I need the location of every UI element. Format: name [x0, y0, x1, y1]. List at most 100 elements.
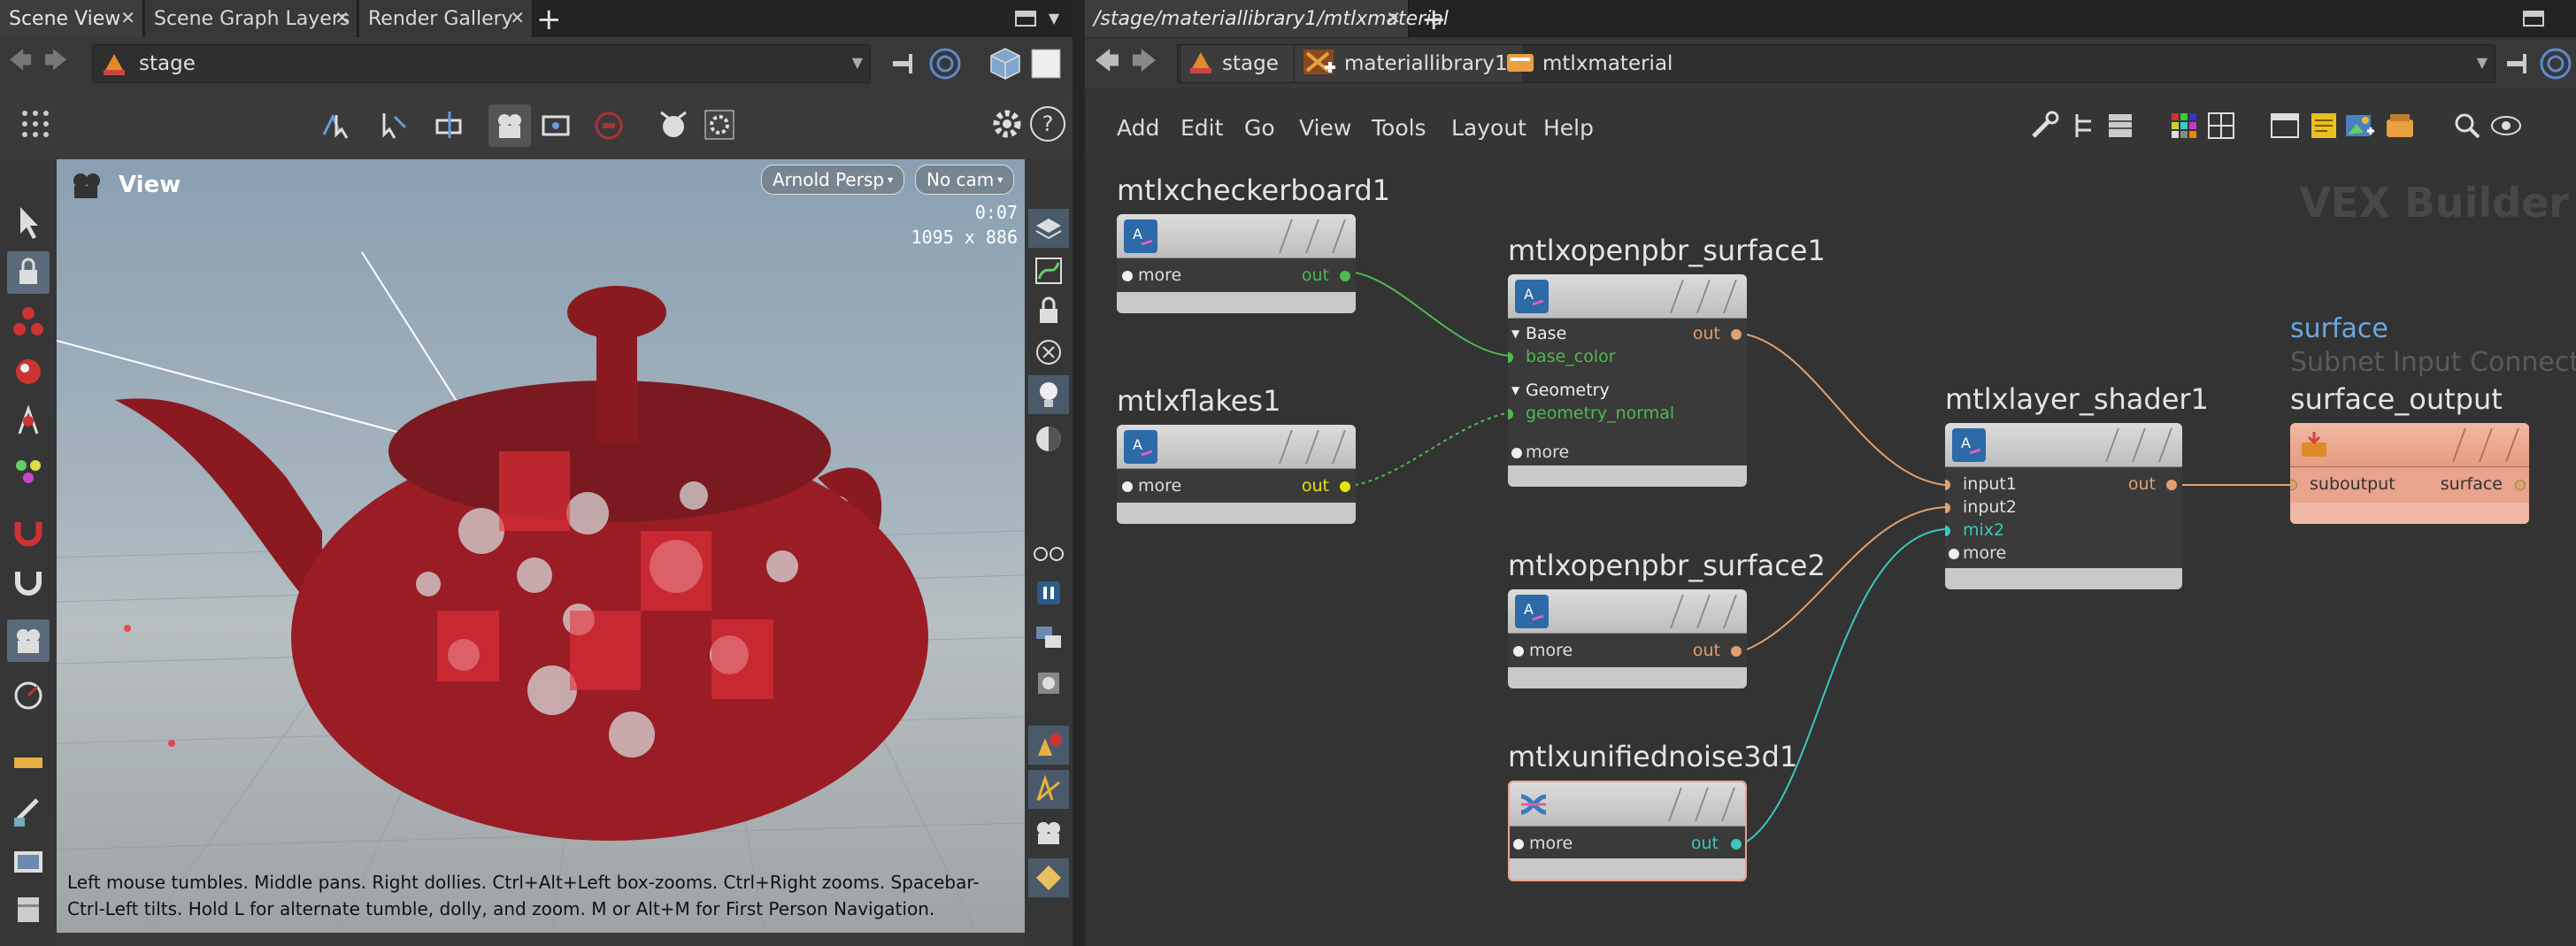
tree-icon[interactable] [2067, 108, 2103, 143]
node-title-pbr1[interactable]: mtlxopenpbr_surface1 [1508, 234, 1826, 267]
tab-scene-graph-layers[interactable]: Scene Graph Layers ✕ [145, 0, 358, 37]
chevron-down-icon[interactable]: ▼ [852, 54, 863, 71]
stop-icon[interactable] [591, 108, 627, 143]
input-port[interactable] [1513, 646, 1524, 657]
sphere-tool-icon[interactable] [9, 352, 48, 391]
gear-icon[interactable] [988, 104, 1027, 143]
menu-add[interactable]: Add [1117, 115, 1159, 141]
node-title-checkerboard[interactable]: mtlxcheckerboard1 [1117, 173, 1390, 207]
pane-layout-icon[interactable] [2522, 9, 2545, 28]
close-circle-icon[interactable] [1028, 335, 1069, 370]
viewport-icon[interactable] [1028, 46, 1064, 81]
arrow-select-icon[interactable] [11, 202, 46, 241]
node-mtlxlayer-shader1[interactable]: A input1 out input2 mix2 more [1945, 423, 2182, 589]
input-port[interactable] [1949, 549, 1959, 559]
output-port[interactable] [2515, 480, 2526, 490]
view-tool-icon[interactable] [538, 108, 573, 143]
subnet-box-icon[interactable] [2382, 108, 2418, 143]
breadcrumb-item-mtlxmaterial[interactable]: mtlxmaterial [1498, 45, 1687, 82]
pin-icon[interactable] [888, 48, 920, 80]
menu-layout[interactable]: Layout [1451, 115, 1526, 141]
chevron-down-icon[interactable]: ▼ [2477, 54, 2488, 71]
diamond-icon[interactable] [1028, 858, 1069, 897]
tab-render-gallery[interactable]: Render Gallery ✕ [359, 0, 533, 37]
back-arrow-icon[interactable]: 🡄 [1092, 46, 1122, 76]
shelf-tool-icon[interactable] [9, 890, 48, 929]
shading-icon[interactable] [1028, 421, 1069, 457]
menu-view[interactable]: View [1299, 115, 1351, 141]
forward-arrow-icon[interactable]: 🡆 [1129, 46, 1159, 76]
input-port[interactable] [1122, 481, 1133, 492]
snapshot-icon[interactable] [1028, 664, 1069, 703]
shapes-icon[interactable] [1028, 726, 1069, 765]
menu-help[interactable]: Help [1543, 115, 1594, 141]
sticky-note-icon[interactable] [2306, 108, 2341, 143]
input-port-base-color[interactable] [1508, 352, 1513, 363]
transform-icon[interactable] [432, 108, 467, 143]
add-tab-icon[interactable]: + [1421, 2, 1447, 37]
help-icon[interactable]: ? [1030, 106, 1065, 142]
cube-icon[interactable] [988, 44, 1023, 83]
close-icon[interactable]: ✕ [120, 7, 135, 28]
camera-view-icon[interactable] [7, 619, 50, 662]
tab-network-path[interactable]: /stage/materiallibrary1/mtlxmaterial ✕ [1085, 0, 1449, 37]
pause-icon[interactable] [1028, 575, 1069, 611]
pen-tool-icon[interactable] [1028, 770, 1069, 809]
puzzle-tool-icon[interactable] [9, 451, 48, 490]
path-field[interactable]: stage ▼ [92, 44, 871, 83]
input-port-mix2[interactable] [1945, 526, 1950, 536]
output-port[interactable] [1731, 329, 1742, 340]
output-port[interactable] [1731, 646, 1742, 657]
menu-edit[interactable]: Edit [1180, 115, 1223, 141]
node-title-output[interactable]: surface_output [2290, 382, 2503, 416]
lock-small-icon[interactable] [1028, 294, 1069, 329]
select-icon[interactable] [375, 108, 411, 143]
back-arrow-icon[interactable]: 🡄 [7, 48, 34, 76]
output-port[interactable] [1731, 839, 1742, 850]
output-port[interactable] [2166, 480, 2177, 490]
collapse-triangle-icon[interactable]: ▼ [1511, 327, 1519, 340]
node-mtlxopenpbr-surface1[interactable]: A ▼ Base out base_color ▼ Geometry geome… [1508, 274, 1747, 487]
network-box-icon[interactable] [2267, 108, 2303, 143]
wrench-icon[interactable] [2026, 108, 2062, 143]
add-tab-icon[interactable]: + [536, 2, 562, 37]
node-title-layer[interactable]: mtlxlayer_shader1 [1945, 382, 2209, 416]
input-port[interactable] [1513, 839, 1524, 850]
image-icon[interactable] [2341, 108, 2377, 143]
pin-icon[interactable] [2503, 48, 2534, 80]
bone-tool-icon[interactable] [9, 402, 48, 441]
input-port-geometry-normal[interactable] [1508, 409, 1513, 419]
glasses-icon[interactable] [1028, 535, 1069, 570]
node-mtlxopenpbr-surface2[interactable]: A more out [1508, 589, 1747, 688]
menu-go[interactable]: Go [1244, 115, 1275, 141]
no-cam-dropdown[interactable]: No cam ▾ [915, 165, 1015, 195]
close-icon[interactable]: ✕ [1386, 7, 1401, 28]
shape-palette-icon[interactable] [2203, 108, 2239, 143]
menu-tools[interactable]: Tools [1372, 115, 1426, 141]
collapse-triangle-icon[interactable]: ▼ [1511, 384, 1519, 396]
magnet-white-icon[interactable] [9, 561, 48, 600]
node-mtlxunifiednoise3d1[interactable]: more out [1508, 781, 1747, 881]
chevron-down-icon[interactable]: ▼ [1044, 7, 1064, 28]
camera-tool-icon[interactable] [488, 104, 531, 147]
node-title-pbr2[interactable]: mtlxopenpbr_surface2 [1508, 549, 1826, 582]
close-icon[interactable]: ✕ [510, 7, 525, 28]
layers-icon[interactable] [1028, 209, 1069, 248]
color-palette-icon[interactable] [2166, 108, 2202, 143]
forward-arrow-icon[interactable]: 🡆 [42, 48, 69, 76]
breadcrumb-item-stage[interactable]: stage [1181, 45, 1293, 82]
node-mtlxflakes1[interactable]: A more out [1117, 425, 1356, 524]
nodes-red-icon[interactable] [9, 303, 48, 342]
settings-icon[interactable] [701, 106, 738, 143]
breadcrumb-item-materiallibrary1[interactable]: materiallibrary1 [1295, 45, 1522, 82]
tab-scene-view[interactable]: Scene View ✕ [0, 0, 143, 37]
search-icon[interactable] [2449, 108, 2485, 143]
render-icon[interactable] [655, 106, 692, 143]
link-icon[interactable] [927, 46, 963, 81]
output-port[interactable] [1340, 481, 1350, 492]
light-icon[interactable] [1028, 375, 1069, 414]
input-port[interactable] [1511, 448, 1522, 458]
link-icon[interactable] [2538, 46, 2573, 81]
network-canvas[interactable]: VEX Builder mtlxcheckerboard1 A more out [1085, 158, 2576, 946]
display-options-icon[interactable] [1028, 618, 1069, 657]
